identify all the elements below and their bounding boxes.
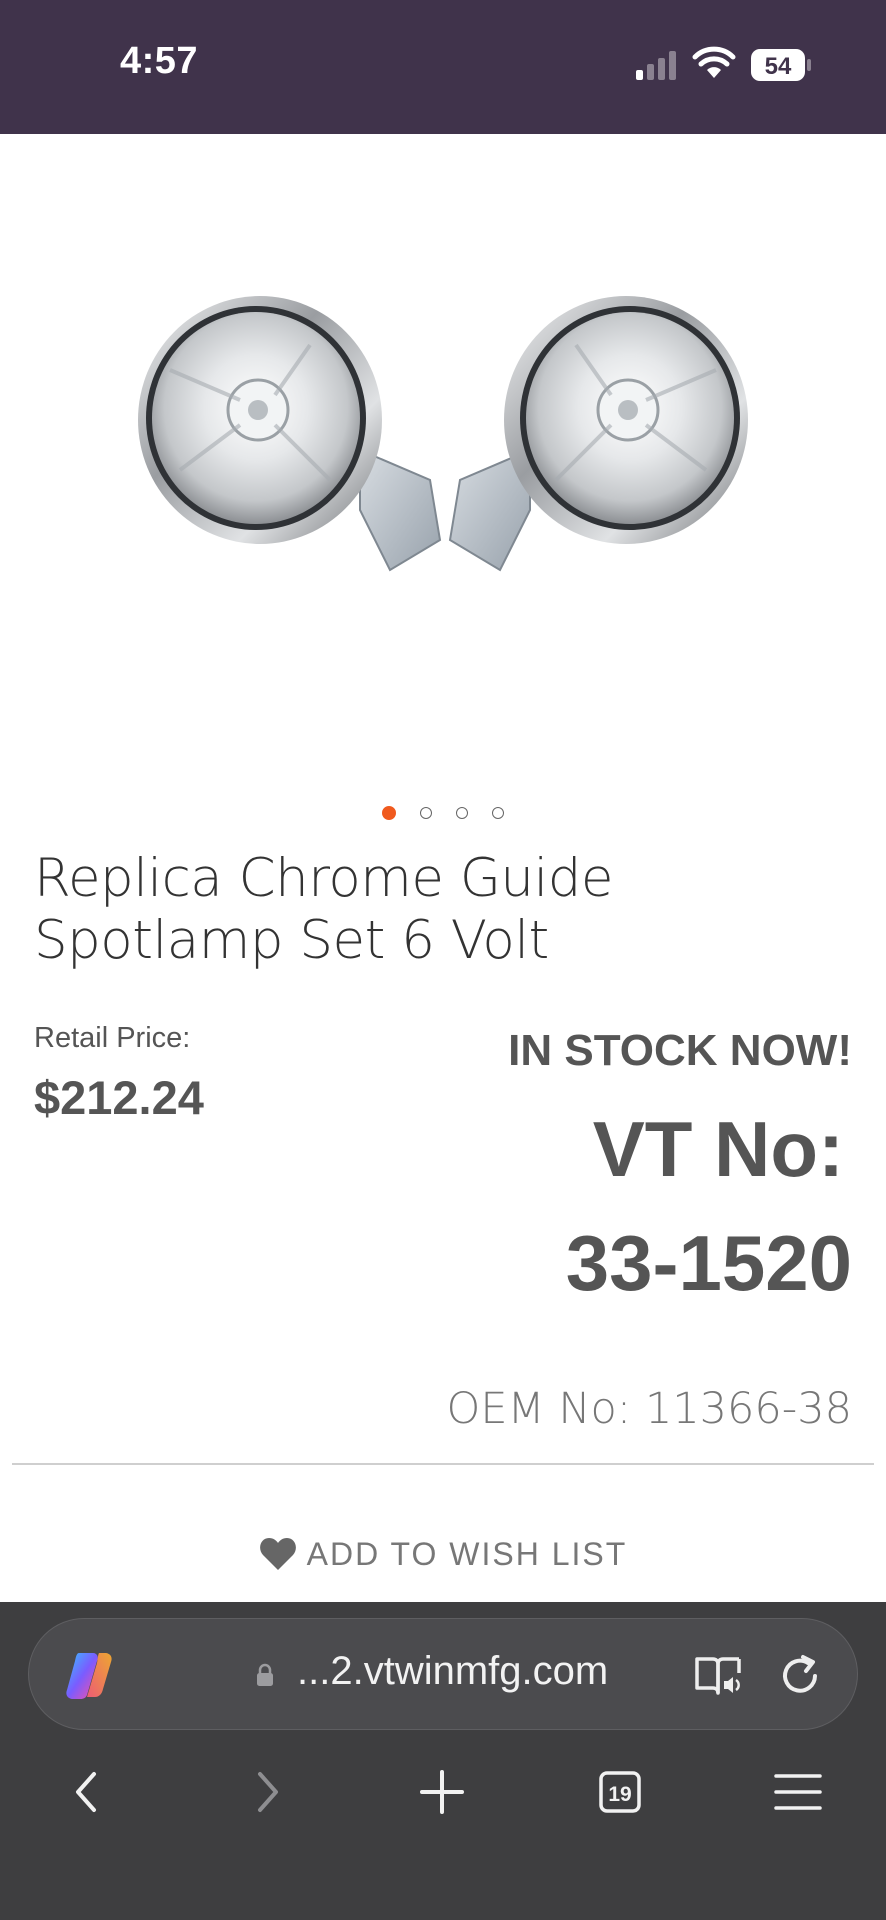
menu-button[interactable]	[768, 1762, 828, 1832]
hamburger-menu-icon	[774, 1774, 822, 1810]
divider	[12, 1463, 874, 1465]
carousel-dot-2[interactable]	[420, 806, 432, 819]
product-image[interactable]	[60, 250, 826, 630]
heart-icon	[259, 1538, 296, 1570]
tab-count: 19	[608, 1783, 631, 1806]
copilot-icon[interactable]	[63, 1649, 115, 1701]
tabs-button[interactable]: 19	[590, 1762, 650, 1832]
vt-number-label: VT No:	[592, 1105, 844, 1193]
new-tab-button[interactable]	[412, 1762, 472, 1832]
retail-price-label: Retail Price:	[34, 1022, 191, 1054]
chevron-left-icon	[76, 1772, 96, 1812]
url-text[interactable]: ...2.vtwinmfg.com	[297, 1649, 608, 1694]
address-bar[interactable]: ...2.vtwinmfg.com	[28, 1618, 858, 1730]
carousel-dot-3[interactable]	[456, 806, 468, 819]
forward-button[interactable]	[236, 1762, 296, 1832]
stock-status: IN STOCK NOW!	[508, 1026, 852, 1075]
cellular-signal-icon	[636, 51, 676, 80]
right-spotlamp	[448, 296, 748, 572]
plus-icon	[420, 1770, 464, 1814]
tabs-count-icon: 19	[599, 1771, 641, 1813]
browser-toolbar: ...2.vtwinmfg.com 19	[0, 1602, 886, 1920]
reload-icon[interactable]	[777, 1653, 823, 1699]
reader-mode-icon[interactable]	[693, 1653, 743, 1697]
add-to-wish-list-button[interactable]: ADD TO WISH LIST	[0, 1536, 886, 1576]
battery-icon: 54	[750, 48, 812, 82]
battery-level: 54	[765, 53, 792, 80]
wifi-icon	[692, 46, 736, 78]
oem-number-label: OEM No:	[446, 1384, 632, 1434]
oem-number-value: 11366-38	[644, 1384, 852, 1434]
spotlamp-pair-image	[138, 296, 748, 572]
vt-number-value: 33-1520	[565, 1219, 852, 1307]
status-bar: 4:57 54	[0, 0, 886, 134]
browser-nav-row: 19	[0, 1762, 886, 1832]
lock-icon	[257, 1663, 273, 1686]
back-button[interactable]	[58, 1762, 118, 1832]
status-time: 4:57	[120, 40, 199, 82]
oem-number: OEM No: 11366-38	[447, 1384, 852, 1434]
carousel-dots	[0, 802, 886, 822]
retail-price-value: $212.24	[34, 1071, 204, 1124]
chevron-right-icon	[258, 1772, 278, 1812]
add-to-wish-list-label: ADD TO WISH LIST	[306, 1536, 628, 1572]
carousel-dot-4[interactable]	[492, 806, 504, 819]
carousel-dot-1[interactable]	[382, 805, 396, 820]
left-spotlamp	[138, 296, 442, 572]
product-title: Replica Chrome Guide Spotlamp Set 6 Volt	[34, 848, 794, 972]
product-title-line1: Replica Chrome Guide	[34, 848, 613, 909]
product-title-line2: Spotlamp Set 6 Volt	[34, 910, 549, 971]
